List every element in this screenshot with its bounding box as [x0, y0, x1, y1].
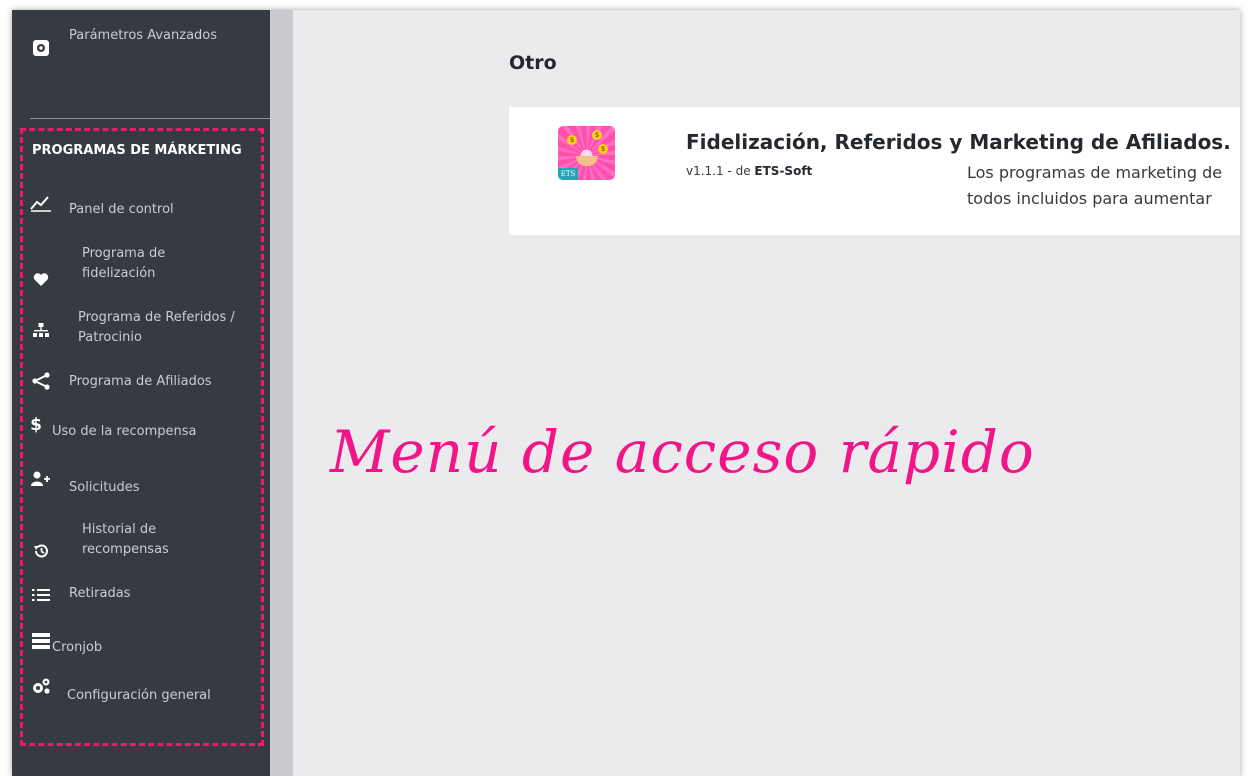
sitemap-icon: [30, 320, 52, 342]
sidebar-item-label: Panel de control: [69, 202, 174, 217]
sidebar-item-label: Parámetros Avanzados: [69, 28, 218, 43]
sidebar-item-label: Programa de fidelización: [82, 246, 166, 281]
module-description-line: todos incluidos para aumentar: [967, 189, 1212, 208]
sidebar-item-label: Historial de recompensas: [82, 522, 169, 557]
sidebar-item-label: Retiradas: [69, 586, 131, 601]
sidebar-gutter: [270, 10, 293, 776]
sidebar-item-reward-usage[interactable]: $ Uso de la recompensa: [30, 414, 260, 444]
module-version-text: v1.1.1 - de: [686, 164, 751, 178]
main-content: Otro $ $ $ ETS Fidelización, Referidos y…: [293, 10, 1240, 776]
sidebar-item-label: Cronjob: [52, 640, 103, 655]
chart-line-icon: [30, 192, 52, 214]
section-heading: Otro: [509, 52, 557, 74]
sidebar-item-referrals[interactable]: Programa de Referidos / Patrocinio: [30, 308, 260, 352]
sidebar-item-applications[interactable]: Solicitudes: [30, 468, 260, 496]
sidebar-section-title: PROGRAMAS DE MÁRKETING: [32, 143, 242, 158]
history-icon: [30, 540, 52, 562]
sidebar-item-affiliates[interactable]: Programa de Afiliados: [30, 370, 260, 396]
server-icon: [30, 630, 52, 652]
share-icon: [30, 370, 52, 392]
sidebar-item-general-settings[interactable]: Configuración general: [30, 676, 260, 706]
sidebar-item-cronjob[interactable]: Cronjob: [30, 630, 260, 658]
sidebar-item-label: Solicitudes: [69, 480, 140, 495]
sidebar-item-advanced-parameters[interactable]: Parámetros Avanzados: [30, 26, 260, 70]
sidebar-item-label: Programa de Referidos / Patrocinio: [78, 310, 235, 345]
sidebar-item-reward-history[interactable]: Historial de recompensas: [30, 520, 260, 564]
sidebar-item-loyalty[interactable]: Programa de fidelización: [30, 244, 260, 288]
overlay-caption: Menú de acceso rápido: [330, 418, 1035, 486]
sidebar-item-dashboard[interactable]: Panel de control: [30, 190, 260, 226]
dollar-icon: $: [30, 415, 42, 435]
user-plus-icon: [30, 468, 52, 490]
sidebar-item-label: Uso de la recompensa: [52, 424, 197, 439]
heart-icon: [30, 268, 52, 290]
divider: [30, 118, 270, 119]
sidebar-item-label: Configuración general: [67, 688, 211, 703]
module-description: Los programas de marketing de todos incl…: [967, 160, 1240, 212]
module-version: v1.1.1 - de ETS-Soft: [686, 164, 812, 178]
sidebar: Parámetros Avanzados PROGRAMAS DE MÁRKET…: [12, 10, 270, 776]
app-window: Parámetros Avanzados PROGRAMAS DE MÁRKET…: [12, 10, 1240, 776]
module-description-line: Los programas de marketing de: [967, 163, 1223, 182]
module-title[interactable]: Fidelización, Referidos y Marketing de A…: [686, 130, 1231, 154]
module-card[interactable]: $ $ $ ETS Fidelización, Referidos y Mark…: [509, 107, 1240, 235]
list-icon: [30, 584, 52, 606]
sidebar-item-label: Programa de Afiliados: [69, 374, 212, 389]
cogs-icon: [30, 676, 52, 698]
module-logo: $ $ $ ETS: [558, 126, 615, 180]
sidebar-item-withdrawals[interactable]: Retiradas: [30, 584, 260, 606]
module-badge: ETS: [558, 168, 578, 180]
gear-icon: [32, 39, 50, 57]
module-author: ETS-Soft: [754, 164, 813, 178]
